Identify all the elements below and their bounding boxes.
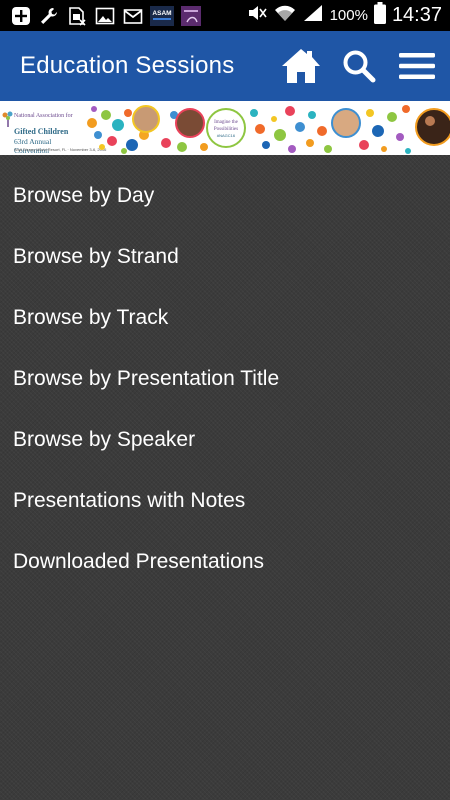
menu-icon: [399, 53, 435, 79]
menu-item-browse-by-presentation-title[interactable]: Browse by Presentation Title: [0, 348, 450, 409]
menu-button[interactable]: [388, 31, 446, 101]
badge-line-1: Imagine the: [214, 120, 239, 125]
banner-line-1: National Association for: [14, 113, 73, 119]
status-bar: ASAM 100% 14:37: [0, 0, 450, 31]
system-indicators: 100% 14:37: [246, 2, 450, 29]
gmail-icon: [122, 5, 144, 27]
badge-line-2: Possibilities: [214, 127, 238, 132]
page-title: Education Sessions: [20, 52, 235, 79]
app-bar-actions: [272, 31, 450, 101]
badge-line-3: #NAGC16: [217, 133, 236, 138]
battery-percent: 100%: [329, 7, 368, 24]
search-button[interactable]: [330, 31, 388, 101]
clock: 14:37: [391, 4, 442, 26]
home-icon: [282, 49, 320, 83]
menu-item-browse-by-day[interactable]: Browse by Day: [0, 165, 450, 226]
mute-icon: [246, 3, 268, 28]
convention-banner: National Association for Gifted Children…: [0, 101, 450, 156]
notification-icons: ASAM: [0, 0, 202, 31]
tree-logo-icon: [2, 111, 13, 127]
wrench-icon: [38, 5, 60, 27]
menu-item-downloaded-presentations[interactable]: Downloaded Presentations: [0, 531, 450, 592]
banner-artwork: Imagine the Possibilities #NAGC16: [87, 105, 450, 154]
sim-error-icon: [66, 5, 88, 27]
home-button[interactable]: [272, 31, 330, 101]
banner-line-2: Gifted Children: [14, 127, 69, 136]
menu-item-presentations-with-notes[interactable]: Presentations with Notes: [0, 470, 450, 531]
menu-item-browse-by-track[interactable]: Browse by Track: [0, 287, 450, 348]
convention-logo: National Association for Gifted Children…: [0, 103, 106, 155]
search-icon: [343, 50, 376, 83]
signal-icon: [302, 3, 324, 28]
menu-item-browse-by-strand[interactable]: Browse by Strand: [0, 226, 450, 287]
asam-label: ASAM: [152, 10, 171, 17]
app-bar: Education Sessions: [0, 31, 450, 101]
session-browse-menu: Browse by Day Browse by Strand Browse by…: [0, 155, 450, 800]
plus-icon: [10, 5, 32, 27]
menu-item-browse-by-speaker[interactable]: Browse by Speaker: [0, 409, 450, 470]
image-icon: [94, 5, 116, 27]
wifi-icon: [274, 3, 296, 28]
app-icon: [180, 5, 202, 27]
asam-app-icon: ASAM: [150, 5, 174, 27]
battery-icon: [373, 2, 386, 29]
banner-line-3: 63rd Annual Convention: [14, 137, 52, 155]
